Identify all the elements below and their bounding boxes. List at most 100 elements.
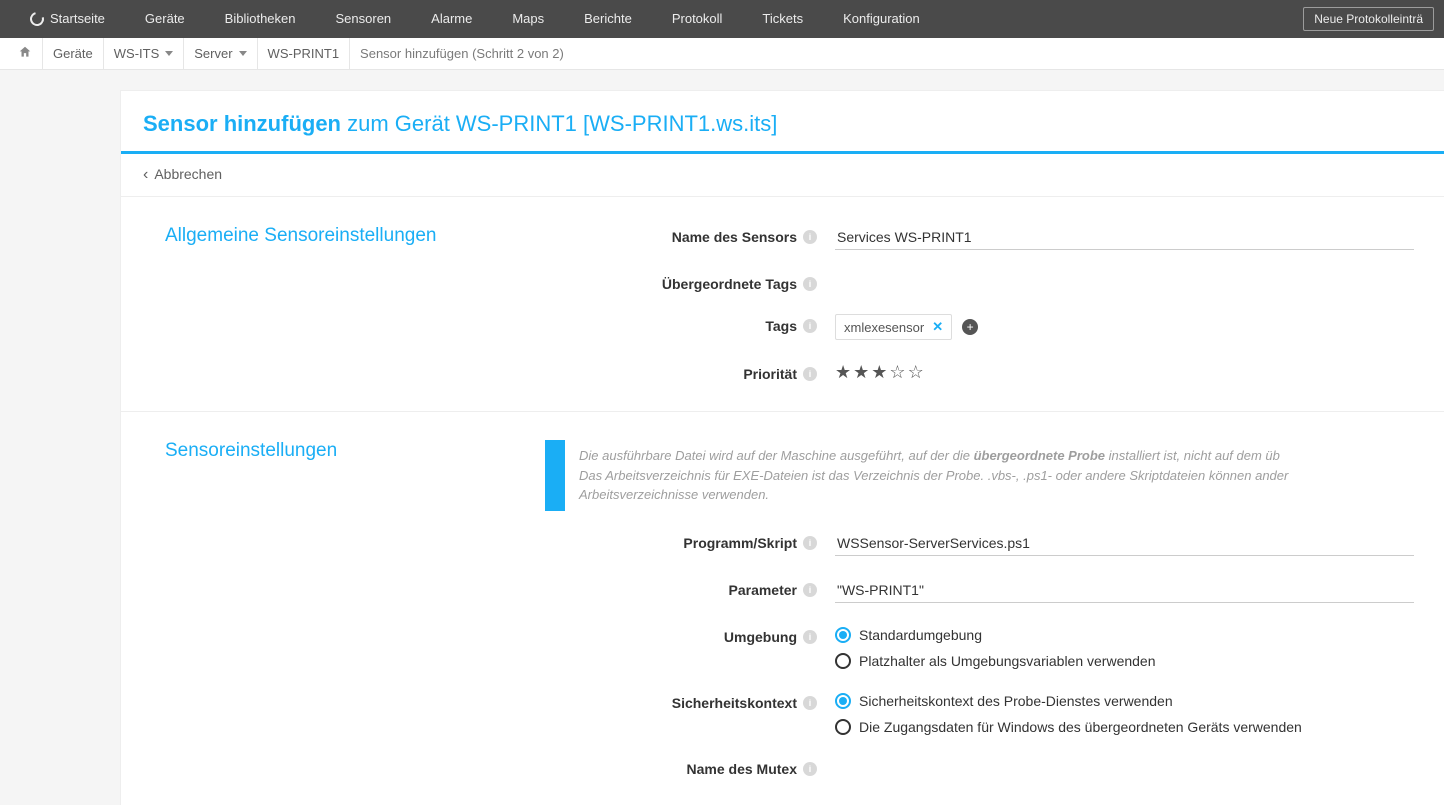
env-option-placeholder[interactable]: Platzhalter als Umgebungsvariablen verwe… xyxy=(835,653,1414,669)
radio-icon xyxy=(835,693,851,709)
crumb-label: WS-ITS xyxy=(114,46,160,61)
chevron-down-icon xyxy=(239,51,247,56)
info-line1-pre: Die ausführbare Datei wird auf der Masch… xyxy=(579,448,974,463)
star-4-icon[interactable]: ☆ xyxy=(889,362,905,383)
label-text: Name des Mutex xyxy=(687,761,797,777)
control-sensor-name xyxy=(835,225,1414,250)
label-text: Parameter xyxy=(729,582,798,598)
crumb-label: WS-PRINT1 xyxy=(268,46,340,61)
radio-label: Platzhalter als Umgebungsvariablen verwe… xyxy=(859,653,1156,669)
chevron-down-icon xyxy=(165,51,173,56)
label-text: Tags xyxy=(765,318,797,334)
crumb-geraete[interactable]: Geräte xyxy=(43,38,104,70)
label-text: Priorität xyxy=(743,366,797,382)
row-parent-tags: Übergeordnete Tags i xyxy=(545,272,1414,292)
star-5-icon[interactable]: ☆ xyxy=(908,362,924,383)
radio-label: Die Zugangsdaten für Windows des übergeo… xyxy=(859,719,1302,735)
nav-tickets[interactable]: Tickets xyxy=(742,0,823,38)
tag-remove-icon[interactable]: ✕ xyxy=(932,319,943,335)
info-icon[interactable]: i xyxy=(803,367,817,381)
radio-icon xyxy=(835,653,851,669)
nav-label: Alarme xyxy=(431,0,472,38)
sec-option-windows-creds[interactable]: Die Zugangsdaten für Windows des übergeo… xyxy=(835,719,1414,735)
section-general: Allgemeine Sensoreinstellungen Name des … xyxy=(121,197,1444,412)
home-icon xyxy=(18,45,32,62)
tag-label: xmlexesensor xyxy=(844,320,924,335)
label-text: Sicherheitskontext xyxy=(672,695,797,711)
label-text: Programm/Skript xyxy=(683,535,797,551)
control-tags: xmlexesensor ✕ + xyxy=(835,314,1414,340)
nav-sensoren[interactable]: Sensoren xyxy=(316,0,412,38)
nav-startseite[interactable]: Startseite xyxy=(10,0,125,38)
breadcrumb: Geräte WS-ITS Server WS-PRINT1 Sensor hi… xyxy=(0,38,1444,70)
program-input[interactable] xyxy=(835,531,1414,556)
tag-box: xmlexesensor ✕ + xyxy=(835,314,978,340)
crumb-label: Sensor hinzufügen (Schritt 2 von 2) xyxy=(360,46,564,61)
new-log-entry-button[interactable]: Neue Protokolleinträ xyxy=(1303,7,1434,31)
crumb-current: Sensor hinzufügen (Schritt 2 von 2) xyxy=(350,38,574,70)
nav-label: Bibliotheken xyxy=(225,0,296,38)
star-2-icon[interactable]: ★ xyxy=(853,362,869,383)
info-icon[interactable]: i xyxy=(803,230,817,244)
label-tags: Tags i xyxy=(545,314,835,334)
nav-label: Tickets xyxy=(762,0,803,38)
main-panel: Sensor hinzufügen zum Gerät WS-PRINT1 [W… xyxy=(120,90,1444,805)
radio-icon xyxy=(835,719,851,735)
info-bar xyxy=(545,440,565,511)
nav-label: Sensoren xyxy=(336,0,392,38)
row-sensor-name: Name des Sensors i xyxy=(545,225,1414,250)
top-nav-left: Startseite Geräte Bibliotheken Sensoren … xyxy=(10,0,940,38)
section-body: Die ausführbare Datei wird auf der Masch… xyxy=(545,440,1414,777)
nav-label: Startseite xyxy=(50,0,105,38)
tag-chip[interactable]: xmlexesensor ✕ xyxy=(835,314,952,340)
label-priority: Priorität i xyxy=(545,362,835,382)
label-sensor-name: Name des Sensors i xyxy=(545,225,835,245)
info-icon[interactable]: i xyxy=(803,583,817,597)
nav-bibliotheken[interactable]: Bibliotheken xyxy=(205,0,316,38)
label-text: Übergeordnete Tags xyxy=(662,276,797,292)
control-environment: Standardumgebung Platzhalter als Umgebun… xyxy=(835,625,1414,669)
label-text: Name des Sensors xyxy=(672,229,797,245)
info-icon[interactable]: i xyxy=(803,762,817,776)
star-1-icon[interactable]: ★ xyxy=(835,362,851,383)
back-row: Abbrechen xyxy=(121,154,1444,197)
crumb-wsprint1[interactable]: WS-PRINT1 xyxy=(258,38,351,70)
tag-add-icon[interactable]: + xyxy=(962,319,978,335)
nav-konfiguration[interactable]: Konfiguration xyxy=(823,0,940,38)
parameter-input[interactable] xyxy=(835,578,1414,603)
nav-alarme[interactable]: Alarme xyxy=(411,0,492,38)
row-mutex: Name des Mutex i xyxy=(545,757,1414,777)
crumb-home[interactable] xyxy=(8,38,43,70)
info-icon[interactable]: i xyxy=(803,319,817,333)
section-title: Sensoreinstellungen xyxy=(165,440,545,777)
section-body: Name des Sensors i Übergeordnete Tags i … xyxy=(545,225,1414,383)
crumb-wsits[interactable]: WS-ITS xyxy=(104,38,185,70)
label-program: Programm/Skript i xyxy=(545,531,835,551)
crumb-server[interactable]: Server xyxy=(184,38,257,70)
nav-maps[interactable]: Maps xyxy=(492,0,564,38)
control-security: Sicherheitskontext des Probe-Dienstes ve… xyxy=(835,691,1414,735)
nav-berichte[interactable]: Berichte xyxy=(564,0,652,38)
info-line1-post: installiert ist, nicht auf dem üb xyxy=(1105,448,1280,463)
nav-protokoll[interactable]: Protokoll xyxy=(652,0,743,38)
label-text: Umgebung xyxy=(724,629,797,645)
page-title-rest: zum Gerät WS-PRINT1 [WS-PRINT1.ws.its] xyxy=(341,111,777,136)
page-title-bold: Sensor hinzufügen xyxy=(143,111,341,136)
row-program: Programm/Skript i xyxy=(545,531,1414,556)
nav-label: Geräte xyxy=(145,0,185,38)
info-icon[interactable]: i xyxy=(803,277,817,291)
info-icon[interactable]: i xyxy=(803,630,817,644)
nav-label: Protokoll xyxy=(672,0,723,38)
sec-option-probe[interactable]: Sicherheitskontext des Probe-Dienstes ve… xyxy=(835,693,1414,709)
env-option-standard[interactable]: Standardumgebung xyxy=(835,627,1414,643)
info-icon[interactable]: i xyxy=(803,696,817,710)
cancel-link[interactable]: Abbrechen xyxy=(143,166,222,182)
star-3-icon[interactable]: ★ xyxy=(871,362,887,383)
info-banner: Die ausführbare Datei wird auf der Masch… xyxy=(545,440,1414,511)
info-icon[interactable]: i xyxy=(803,536,817,550)
row-priority: Priorität i ★ ★ ★ ☆ ☆ xyxy=(545,362,1414,383)
sensor-name-input[interactable] xyxy=(835,225,1414,250)
nav-geraete[interactable]: Geräte xyxy=(125,0,205,38)
nav-label: Konfiguration xyxy=(843,0,920,38)
control-parameter xyxy=(835,578,1414,603)
